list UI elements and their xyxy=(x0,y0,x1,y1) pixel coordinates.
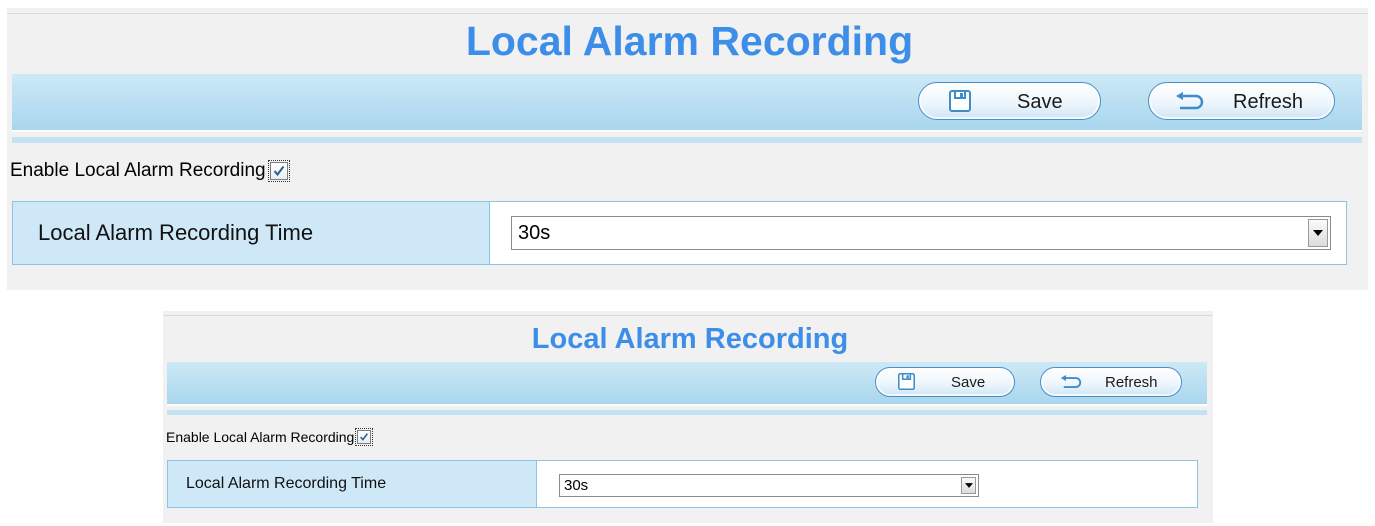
toolbar: Save Refresh xyxy=(12,74,1362,132)
page-title: Local Alarm Recording xyxy=(531,323,849,355)
chevron-down-icon[interactable] xyxy=(961,477,976,494)
title-divider xyxy=(163,315,1213,316)
checkmark-icon xyxy=(360,433,369,441)
floppy-disk-icon xyxy=(898,373,915,390)
recording-time-value: 30s xyxy=(518,221,551,244)
title-row: Local Alarm Recording xyxy=(163,311,1213,357)
refresh-button-label: Refresh xyxy=(1105,374,1158,391)
refresh-arrow-icon xyxy=(1174,92,1208,112)
toolbar-separator xyxy=(12,137,1362,143)
refresh-button-label: Refresh xyxy=(1233,91,1304,113)
page-title: Local Alarm Recording xyxy=(465,18,914,64)
recording-time-cell: 30s xyxy=(537,461,1197,507)
enable-label: Enable Local Alarm Recording xyxy=(10,160,266,181)
recording-time-select[interactable]: 30s xyxy=(511,216,1331,250)
checkmark-icon xyxy=(273,165,284,177)
enable-row: Enable Local Alarm Recording xyxy=(10,160,290,182)
title-divider xyxy=(7,13,1368,14)
recording-time-label: Local Alarm Recording Time xyxy=(13,202,490,264)
toolbar-separator xyxy=(167,410,1207,415)
recording-time-cell: 30s xyxy=(490,202,1346,264)
floppy-disk-icon xyxy=(949,90,971,112)
save-button[interactable]: Save xyxy=(875,367,1015,397)
recording-time-select[interactable]: 30s xyxy=(559,474,979,497)
refresh-arrow-icon xyxy=(1059,375,1085,390)
enable-checkbox[interactable] xyxy=(267,160,290,182)
recording-time-label: Local Alarm Recording Time xyxy=(168,461,537,507)
refresh-button[interactable]: Refresh xyxy=(1040,367,1182,397)
recording-time-row: Local Alarm Recording Time 30s xyxy=(167,460,1198,508)
toolbar: Save Refresh xyxy=(167,362,1207,406)
title-row: Local Alarm Recording xyxy=(7,8,1368,70)
enable-row: Enable Local Alarm Recording xyxy=(166,428,374,446)
settings-panel-large: Local Alarm Recording Save Refresh Enabl… xyxy=(7,8,1368,290)
chevron-down-icon[interactable] xyxy=(1308,219,1328,247)
refresh-button[interactable]: Refresh xyxy=(1148,82,1335,120)
save-button-label: Save xyxy=(951,374,986,391)
recording-time-row: Local Alarm Recording Time 30s xyxy=(12,201,1347,265)
recording-time-value: 30s xyxy=(564,477,589,494)
save-button-label: Save xyxy=(1017,91,1063,113)
enable-label: Enable Local Alarm Recording xyxy=(166,429,355,445)
settings-panel-small: Local Alarm Recording Save Refresh Enabl… xyxy=(163,311,1213,523)
save-button[interactable]: Save xyxy=(918,82,1101,120)
enable-checkbox[interactable] xyxy=(355,428,374,446)
